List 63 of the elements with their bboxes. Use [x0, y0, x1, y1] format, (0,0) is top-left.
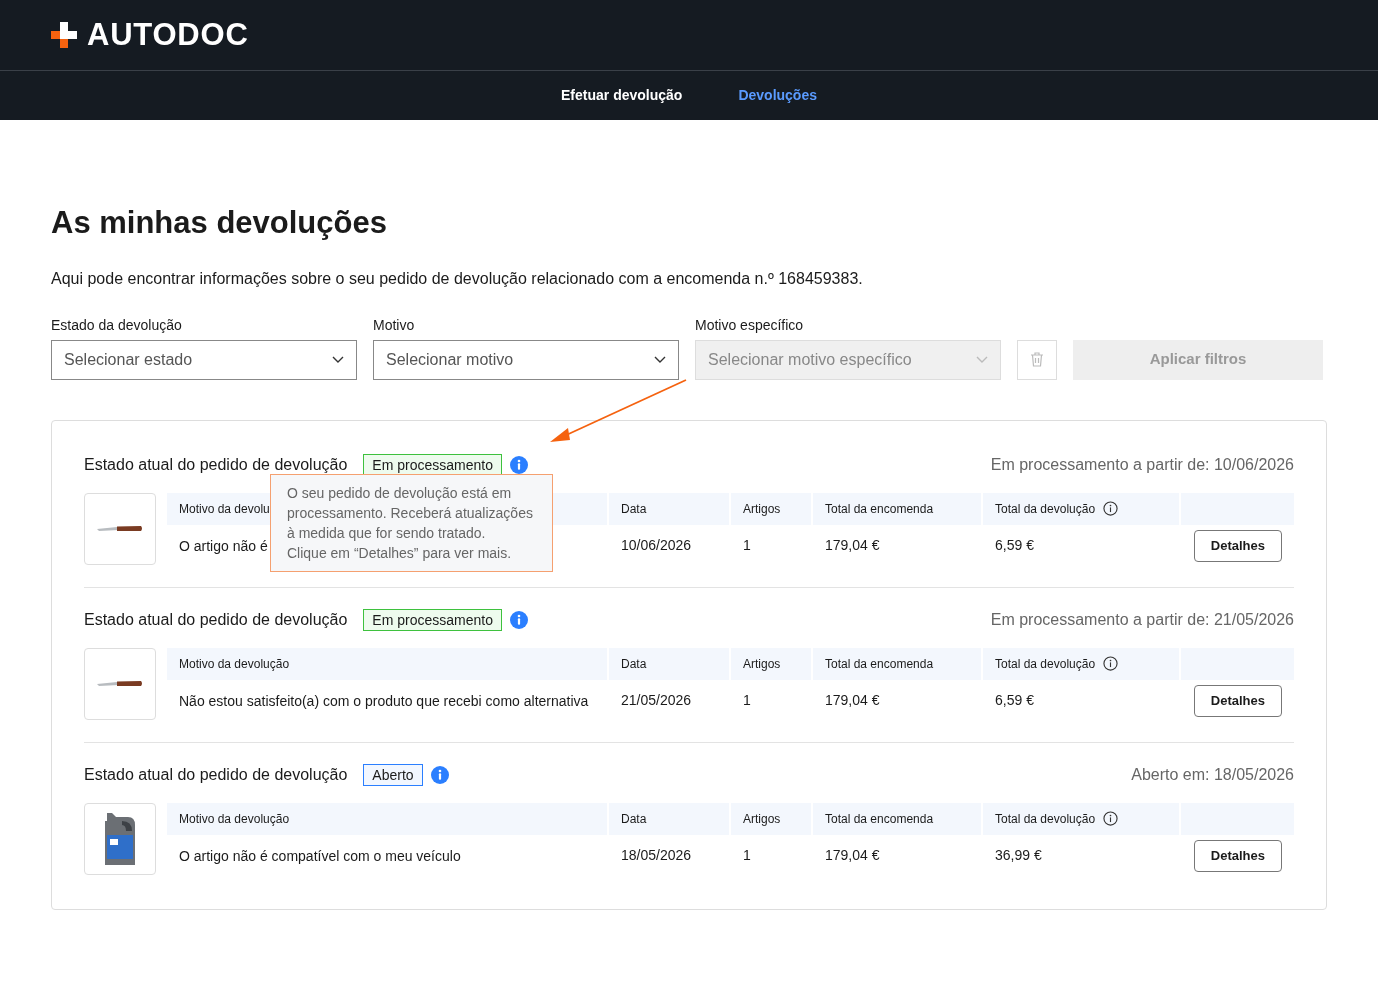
table-cell-text: Não estou satisfeito(a) com o produto que recebi como alternativa [178, 691, 590, 711]
info-tooltip: O seu pedido de devolução está em processamento. Receberá atualizações à medida que for sendo tratado. Clique em “Detalhes” para ver mais. [270, 474, 553, 572]
status-badge: Aberto [363, 763, 423, 786]
status-heading: Estado atual do pedido de devolução [84, 609, 348, 630]
filter-label: Estado da devolução [51, 315, 183, 335]
nav-link[interactable]: Devoluções [738, 85, 817, 106]
select-field[interactable]: Selecionar estado [51, 339, 357, 380]
table-cell-text: 1 [742, 846, 752, 865]
table-cell-text: 21/05/2026 [620, 691, 693, 710]
column-header: Data [609, 802, 729, 835]
status-heading: Estado atual do pedido de devolução [84, 764, 348, 785]
trash-icon [1030, 352, 1044, 367]
status-date: Em processamento a partir de: 21/05/2026 [990, 609, 1294, 630]
table-cell-text: 1 [742, 536, 752, 555]
plus-logo-icon [51, 22, 77, 48]
chevron-down-icon [332, 355, 344, 364]
column-header: Data [609, 492, 729, 525]
column-header: Total da devolução [983, 647, 1179, 680]
column-header: Artigos [731, 802, 811, 835]
info-icon[interactable] [1103, 656, 1119, 671]
details-button[interactable]: Detalhes [1193, 529, 1282, 562]
status-badge: Em processamento [363, 608, 502, 631]
table-cell-text: 10/06/2026 [620, 536, 693, 555]
column-header: Total da encomenda [813, 647, 981, 680]
status-date: Em processamento a partir de: 10/06/2026 [990, 454, 1294, 475]
column-header: Data [609, 647, 729, 680]
column-header: Artigos [731, 647, 811, 680]
column-header: Total da encomenda [813, 802, 981, 835]
table-cell-text: 6,59 € [994, 536, 1035, 555]
intro-text: Aqui pode encontrar informações sobre o seu pedido de devolução relacionado com a encomenda n.º 168459383. [51, 268, 864, 289]
column-header: Total da devolução [983, 492, 1179, 525]
filter-label: Motivo específico [695, 315, 805, 335]
table-cell-text: O artigo não é [178, 536, 269, 556]
table-cell-text: 179,04 € [824, 846, 881, 865]
column-header: Total da encomenda [813, 492, 981, 525]
oil-canister-icon [102, 810, 138, 867]
info-icon[interactable] [1103, 501, 1119, 516]
table-cell-text: 179,04 € [824, 691, 881, 710]
knife-icon [97, 523, 143, 534]
brand-logo[interactable]: AUTODOC [87, 11, 249, 59]
chevron-down-icon [976, 355, 988, 364]
status-badge: Em processamento [363, 453, 502, 476]
table-cell-text: 6,59 € [994, 691, 1035, 710]
status-heading: Estado atual do pedido de devolução [84, 454, 348, 475]
select-field[interactable]: Selecionar motivo [373, 339, 679, 380]
details-button[interactable]: Detalhes [1193, 839, 1282, 872]
info-icon[interactable] [1103, 811, 1119, 826]
table-cell-text: 179,04 € [824, 536, 881, 555]
column-header: Motivo da devolução [167, 802, 607, 835]
column-header: Total da devolução [983, 802, 1179, 835]
status-date: Aberto em: 18/05/2026 [1131, 764, 1294, 785]
table-cell-text: 1 [742, 691, 752, 710]
table-cell-text: O artigo não é compatível com o meu veículo [178, 846, 462, 866]
column-header: Artigos [731, 492, 811, 525]
nav-link[interactable]: Efetuar devolução [561, 85, 683, 106]
page-title: As minhas devoluções [51, 204, 388, 242]
table-cell-text: 36,99 € [994, 846, 1043, 865]
chevron-down-icon [654, 355, 666, 364]
table-cell-text: 18/05/2026 [620, 846, 693, 865]
filter-label: Motivo [373, 315, 416, 335]
knife-icon [97, 678, 143, 689]
details-button[interactable]: Detalhes [1193, 684, 1282, 717]
column-header: Motivo da devolução [167, 647, 607, 680]
